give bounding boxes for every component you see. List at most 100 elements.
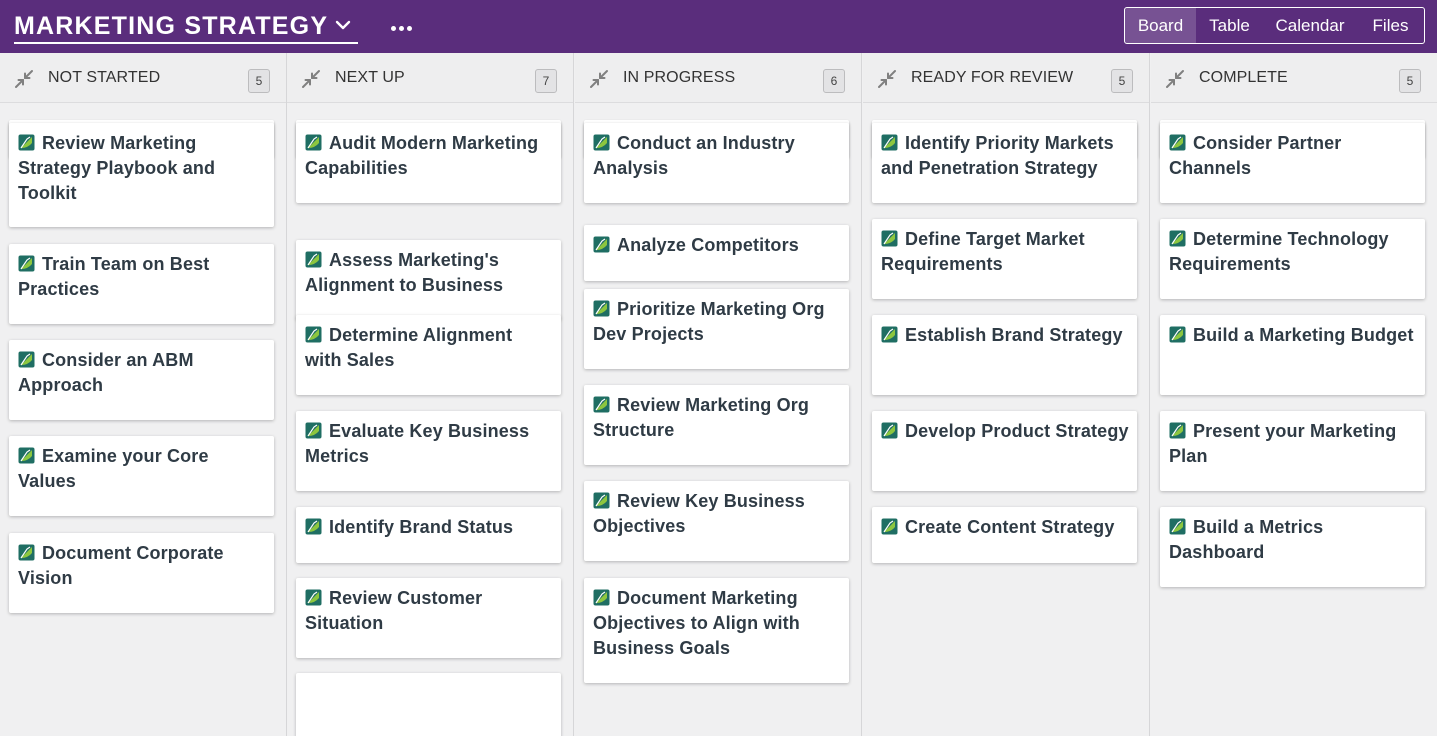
task-card-label: Examine your Core Values bbox=[18, 446, 209, 491]
board-title: MARKETING STRATEGY bbox=[14, 11, 329, 40]
task-card-label: Build a Metrics Dashboard bbox=[1169, 517, 1324, 562]
task-card-label: Build a Marketing Budget bbox=[1193, 325, 1414, 345]
task-card[interactable]: Consider an ABM Approach bbox=[9, 340, 274, 420]
task-card[interactable]: Identify Priority Markets and Penetratio… bbox=[872, 123, 1137, 203]
task-card[interactable]: Review Marketing Org Structure bbox=[584, 385, 849, 465]
task-icon bbox=[18, 447, 35, 464]
board-column: NEXT UP7+ Add New TaskAudit Modern Marke… bbox=[287, 53, 574, 736]
task-icon bbox=[18, 255, 35, 272]
task-card-title: Review Marketing Strategy Playbook and T… bbox=[18, 131, 266, 206]
task-card[interactable]: Build a Marketing Budget bbox=[1160, 315, 1425, 395]
task-card-title: Analyze Competitors bbox=[593, 233, 841, 258]
task-card-label: Document Corporate Vision bbox=[18, 543, 224, 588]
column-header: READY FOR REVIEW 5 bbox=[863, 53, 1149, 103]
task-card-label: Determine Technology Requirements bbox=[1169, 229, 1389, 274]
task-card-title: Train Team on Best Practices bbox=[18, 252, 266, 302]
task-card[interactable]: Examine your Core Values bbox=[9, 436, 274, 516]
task-card-title: Develop Product Strategy bbox=[881, 419, 1129, 444]
task-card-title: Identify Brand Status bbox=[305, 515, 553, 540]
collapse-column-icon[interactable] bbox=[877, 69, 897, 89]
task-card[interactable]: Review Marketing Strategy Playbook and T… bbox=[9, 123, 274, 227]
task-card[interactable]: Determine Alignment with Sales bbox=[296, 315, 561, 395]
task-card[interactable]: Prioritize Marketing Org Dev Projects bbox=[584, 289, 849, 369]
task-card-label: Develop Product Strategy bbox=[905, 421, 1129, 441]
view-switcher: Board Table Calendar Files bbox=[1124, 7, 1425, 44]
collapse-column-icon[interactable] bbox=[301, 69, 321, 89]
task-icon bbox=[881, 518, 898, 535]
task-card-title: Determine Alignment with Sales bbox=[305, 323, 553, 373]
task-icon bbox=[1169, 518, 1186, 535]
collapse-column-icon[interactable] bbox=[14, 69, 34, 89]
column-title: READY FOR REVIEW bbox=[911, 69, 1074, 86]
column-header: COMPLETE 5 bbox=[1151, 53, 1437, 103]
task-icon bbox=[18, 351, 35, 368]
task-card-title: Build a Metrics Dashboard bbox=[1169, 515, 1417, 565]
task-card-label: Establish Brand Strategy bbox=[905, 325, 1123, 345]
task-icon bbox=[593, 236, 610, 253]
task-icon bbox=[593, 396, 610, 413]
task-icon bbox=[881, 230, 898, 247]
view-files-button[interactable]: Files bbox=[1357, 8, 1424, 43]
task-card[interactable]: Develop Product Strategy bbox=[872, 411, 1137, 491]
board-column: COMPLETE5+ Add New TaskConsider Partner … bbox=[1151, 53, 1437, 736]
task-card[interactable]: Identify Brand Status bbox=[296, 507, 561, 563]
task-card[interactable] bbox=[296, 673, 561, 736]
task-card-label: Present your Marketing Plan bbox=[1169, 421, 1397, 466]
task-card-title: Present your Marketing Plan bbox=[1169, 419, 1417, 469]
task-card-title: Document Marketing Objectives to Align w… bbox=[593, 586, 841, 661]
task-card-label: Identify Priority Markets and Penetratio… bbox=[881, 133, 1114, 178]
task-card-title: Consider Partner Channels bbox=[1169, 131, 1417, 181]
task-card[interactable]: Review Customer Situation bbox=[296, 578, 561, 658]
task-card[interactable]: Present your Marketing Plan bbox=[1160, 411, 1425, 491]
task-card-label: Assess Marketing's Alignment to Business bbox=[305, 250, 504, 295]
board-column: READY FOR REVIEW5+ Add New TaskIdentify … bbox=[863, 53, 1150, 736]
board-column: IN PROGRESS6+ Add New TaskConduct an Ind… bbox=[575, 53, 862, 736]
column-count-badge: 5 bbox=[248, 69, 270, 93]
collapse-column-icon[interactable] bbox=[589, 69, 609, 89]
task-card-label: Prioritize Marketing Org Dev Projects bbox=[593, 299, 825, 344]
task-card[interactable]: Train Team on Best Practices bbox=[9, 244, 274, 324]
task-card[interactable]: Build a Metrics Dashboard bbox=[1160, 507, 1425, 587]
task-card-label: Analyze Competitors bbox=[617, 235, 799, 255]
task-icon bbox=[18, 544, 35, 561]
task-card[interactable]: Evaluate Key Business Metrics bbox=[296, 411, 561, 491]
task-card[interactable]: Establish Brand Strategy bbox=[872, 315, 1137, 395]
task-card-label: Review Customer Situation bbox=[305, 588, 483, 633]
task-card[interactable]: Review Key Business Objectives bbox=[584, 481, 849, 561]
view-board-button[interactable]: Board bbox=[1125, 8, 1196, 43]
column-title: COMPLETE bbox=[1199, 69, 1288, 86]
task-card-title: Consider an ABM Approach bbox=[18, 348, 266, 398]
task-card-title: Build a Marketing Budget bbox=[1169, 323, 1417, 348]
collapse-column-icon[interactable] bbox=[1165, 69, 1185, 89]
task-icon bbox=[881, 134, 898, 151]
task-card[interactable]: Document Corporate Vision bbox=[9, 533, 274, 613]
task-card-title: Audit Modern Marketing Capabilities bbox=[305, 131, 553, 181]
task-card[interactable]: Assess Marketing's Alignment to Business bbox=[296, 240, 561, 320]
task-icon bbox=[881, 326, 898, 343]
more-options-icon[interactable] bbox=[388, 18, 414, 38]
task-card[interactable]: Define Target Market Requirements bbox=[872, 219, 1137, 299]
task-card-title: Review Marketing Org Structure bbox=[593, 393, 841, 443]
task-card[interactable]: Conduct an Industry Analysis bbox=[584, 123, 849, 203]
task-icon bbox=[305, 134, 322, 151]
view-calendar-button[interactable]: Calendar bbox=[1263, 8, 1357, 43]
task-card[interactable]: Analyze Competitors bbox=[584, 225, 849, 281]
task-card-label: Consider an ABM Approach bbox=[18, 350, 194, 395]
task-icon bbox=[1169, 326, 1186, 343]
board-title-dropdown[interactable]: MARKETING STRATEGY bbox=[14, 10, 358, 44]
task-icon bbox=[305, 589, 322, 606]
task-card-title: Examine your Core Values bbox=[18, 444, 266, 494]
top-bar: MARKETING STRATEGY Board Table Calendar … bbox=[0, 0, 1437, 53]
task-card[interactable]: Audit Modern Marketing Capabilities bbox=[296, 123, 561, 203]
task-card-title: Prioritize Marketing Org Dev Projects bbox=[593, 297, 841, 347]
column-count-badge: 6 bbox=[823, 69, 845, 93]
view-table-button[interactable]: Table bbox=[1196, 8, 1263, 43]
column-title: NOT STARTED bbox=[48, 69, 161, 86]
task-card[interactable]: Determine Technology Requirements bbox=[1160, 219, 1425, 299]
task-card[interactable]: Create Content Strategy bbox=[872, 507, 1137, 563]
task-card[interactable]: Document Marketing Objectives to Align w… bbox=[584, 578, 849, 683]
task-icon bbox=[305, 251, 322, 268]
task-card[interactable]: Consider Partner Channels bbox=[1160, 123, 1425, 203]
column-title: NEXT UP bbox=[335, 69, 405, 86]
task-card-title: Establish Brand Strategy bbox=[881, 323, 1129, 348]
